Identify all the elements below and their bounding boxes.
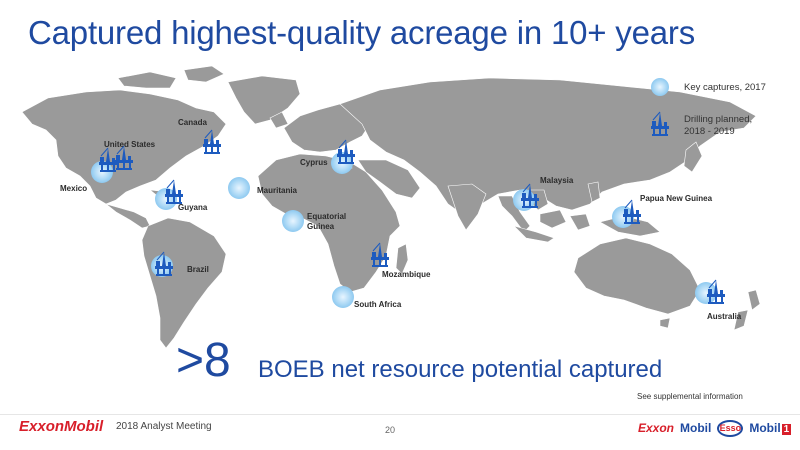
footer-divider <box>0 414 800 415</box>
headline-value: >8 <box>176 334 231 387</box>
capture-circle-icon <box>695 282 717 304</box>
brand-logos: Exxon Mobil Esso Mobil 1 <box>638 418 792 438</box>
label-brazil: Brazil <box>187 265 209 274</box>
supplemental-note: See supplemental information <box>637 392 743 401</box>
legend-capture-circle-icon <box>651 78 669 96</box>
legend-drilling-line2: 2018 - 2019 <box>684 126 735 137</box>
meeting-name: 2018 Analyst Meeting <box>116 421 212 432</box>
label-mozambique: Mozambique <box>382 270 431 279</box>
label-equatorial-guinea-line2: Guinea <box>307 222 335 231</box>
slide: Captured highest-quality acreage in 10+ … <box>0 0 800 450</box>
mobil1-logo-text: Mobil <box>749 421 781 435</box>
esso-logo: Esso <box>717 419 744 437</box>
label-papua-new-guinea: Papua New Guinea <box>640 194 713 203</box>
label-mexico: Mexico <box>60 184 88 193</box>
mobil1-logo: Mobil 1 <box>749 421 792 435</box>
label-equatorial-guinea-line1: Equatorial <box>307 212 347 221</box>
exxon-logo: Exxon <box>638 421 675 435</box>
page-number: 20 <box>385 425 396 435</box>
exxonmobil-logo: ExxonMobil <box>19 418 104 435</box>
label-malaysia: Malaysia <box>540 176 574 185</box>
esso-logo-text: Esso <box>719 423 742 433</box>
label-south-africa: South Africa <box>354 300 402 309</box>
legend-drilling-line1: Drilling planned, <box>684 114 753 125</box>
drilling-rig-icon <box>622 199 642 225</box>
label-cyprus: Cyprus <box>300 158 328 167</box>
label-mauritania: Mauritania <box>257 186 298 195</box>
legend-key-captures: Key captures, 2017 <box>684 82 766 93</box>
mobil-logo: Mobil <box>680 421 712 435</box>
label-australia: Australia <box>707 312 742 321</box>
label-guyana: Guyana <box>178 203 208 212</box>
capture-circle-icon <box>282 210 304 232</box>
headline-text: BOEB net resource potential captured <box>258 356 663 383</box>
drilling-rig-icon <box>164 179 184 205</box>
capture-circle-icon <box>228 177 250 199</box>
mobil1-logo-number: 1 <box>781 424 792 435</box>
capture-circle-icon <box>332 286 354 308</box>
label-united-states: United States <box>104 140 156 149</box>
label-canada: Canada <box>178 118 207 127</box>
